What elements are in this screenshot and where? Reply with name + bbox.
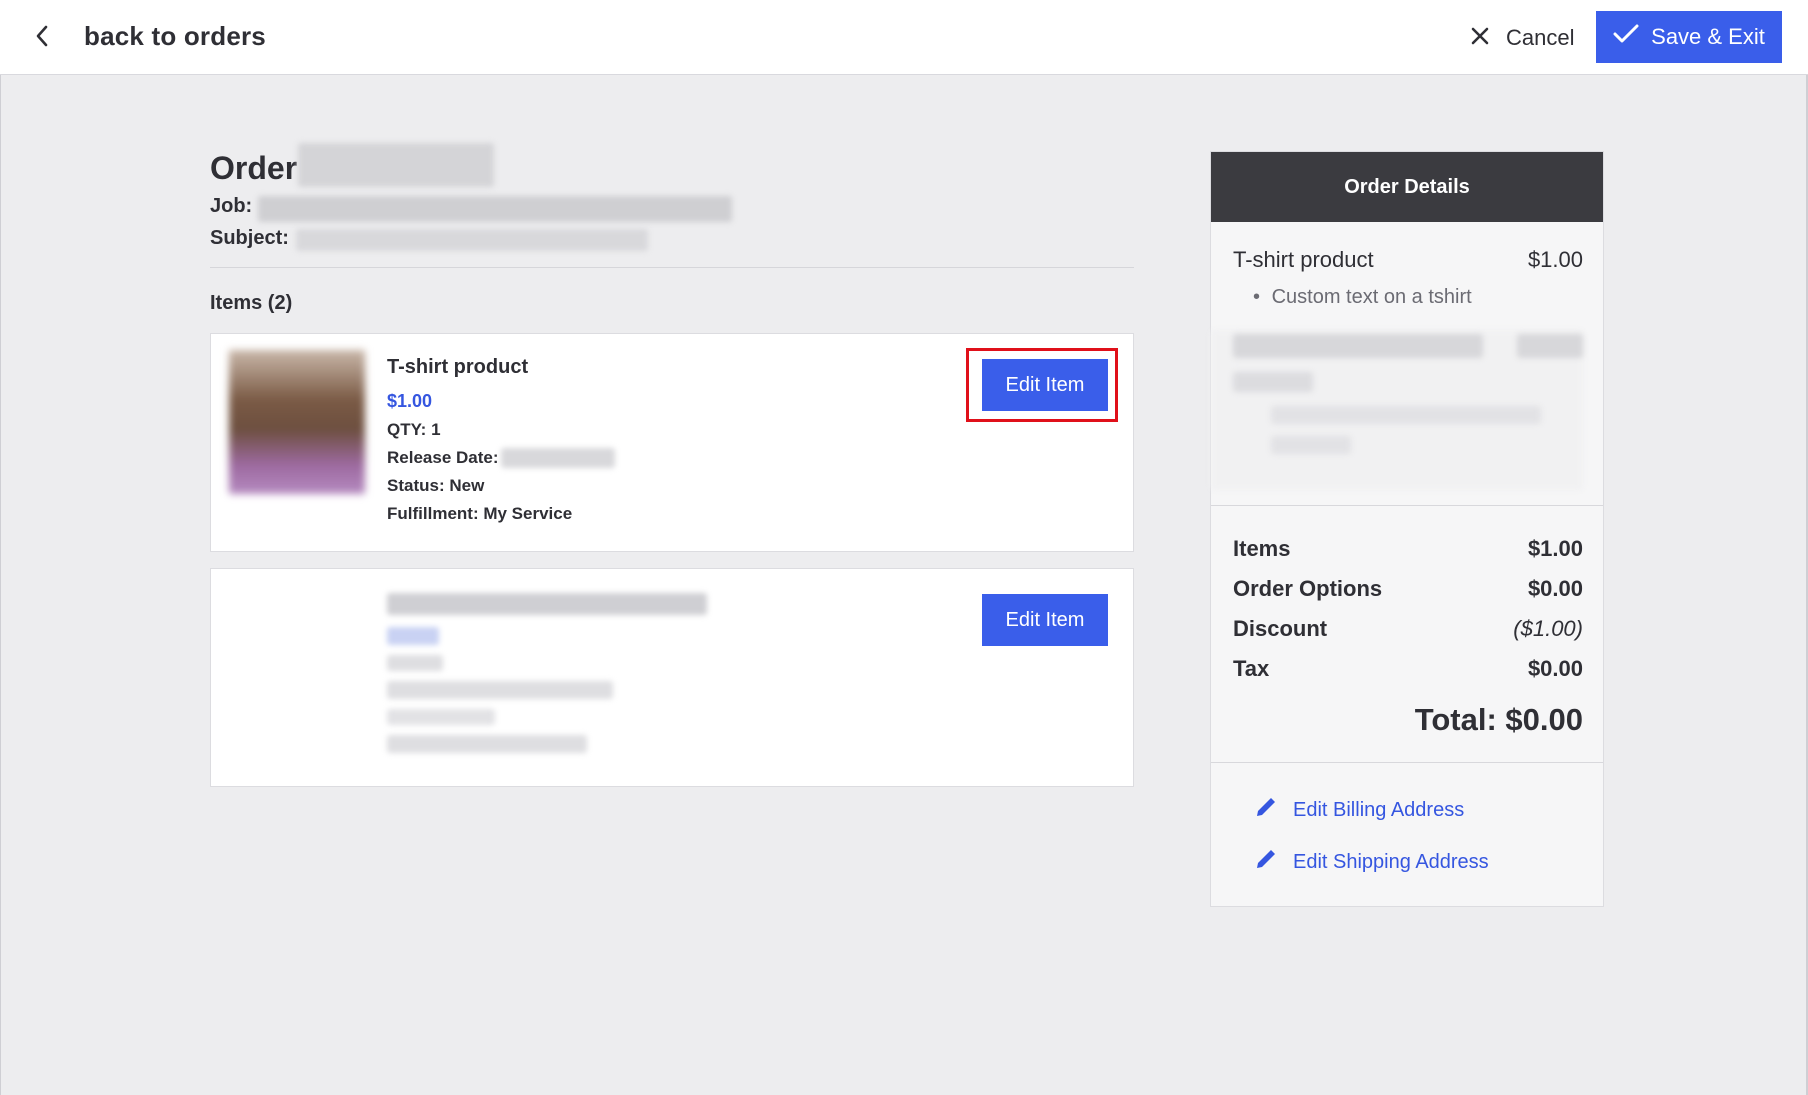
detail-item-name: T-shirt product bbox=[1233, 247, 1374, 272]
item-qty: QTY: 1 bbox=[387, 420, 441, 439]
redacted-item-release bbox=[387, 681, 613, 699]
edit-item-button[interactable]: Edit Item bbox=[982, 594, 1108, 646]
summary-discount-value: ($1.00) bbox=[1513, 616, 1583, 641]
highlight-box bbox=[966, 348, 1118, 422]
order-title: Order bbox=[210, 150, 298, 186]
frame-edge-left bbox=[0, 75, 1, 1095]
edit-shipping-address-link[interactable]: Edit Shipping Address bbox=[1253, 846, 1489, 878]
redacted-job-value bbox=[258, 196, 732, 222]
summary-options-label: Order Options bbox=[1233, 576, 1383, 601]
item-release-date: Release Date: bbox=[387, 448, 615, 468]
detail-item-option: • Custom text on a tshirt bbox=[1253, 286, 1472, 309]
chevron-left-icon bbox=[28, 18, 56, 54]
order-details-header: Order Details bbox=[1211, 152, 1603, 222]
redacted-item-qty bbox=[387, 655, 443, 671]
pencil-icon bbox=[1253, 846, 1279, 878]
redacted-item-status bbox=[387, 709, 495, 725]
redacted-item-fulfillment bbox=[387, 735, 587, 753]
summary-discount-label: Discount bbox=[1233, 616, 1328, 641]
summary-items-value: $1.00 bbox=[1527, 536, 1583, 561]
release-date-label: Release Date: bbox=[387, 448, 499, 467]
bullet-icon: • bbox=[1253, 286, 1261, 308]
order-total: Total: $0.00 bbox=[1414, 702, 1583, 737]
back-to-orders-link[interactable]: back to orders bbox=[28, 18, 266, 54]
save-and-exit-button[interactable]: Save & Exit bbox=[1596, 11, 1782, 63]
summary-tax-value: $0.00 bbox=[1527, 656, 1583, 681]
item-status: Status: New bbox=[387, 476, 485, 495]
save-and-exit-label: Save & Exit bbox=[1651, 24, 1765, 49]
item-fulfillment: Fulfillment: My Service bbox=[387, 504, 573, 523]
checkmark-icon bbox=[1613, 24, 1639, 50]
redacted-subject-value bbox=[296, 229, 648, 251]
item-card: Edit Item bbox=[210, 568, 1134, 787]
close-icon bbox=[1470, 26, 1490, 51]
summary-discount: Discount ($1.00) bbox=[1233, 616, 1583, 642]
separator bbox=[1211, 505, 1603, 506]
edit-billing-address-label: Edit Billing Address bbox=[1293, 798, 1465, 821]
summary-tax-label: Tax bbox=[1233, 656, 1270, 681]
cancel-label: Cancel bbox=[1506, 25, 1575, 50]
redacted-order-number bbox=[298, 143, 494, 187]
pencil-icon bbox=[1253, 794, 1279, 826]
redacted-line-item-price bbox=[1517, 334, 1583, 358]
items-heading: Items (2) bbox=[210, 292, 293, 314]
summary-items: Items $1.00 bbox=[1233, 536, 1583, 562]
redacted-line-item-title-2 bbox=[1233, 372, 1313, 392]
back-to-orders-label: back to orders bbox=[84, 20, 266, 51]
detail-line-item: T-shirt product $1.00 bbox=[1233, 247, 1583, 273]
summary-order-options: Order Options $0.00 bbox=[1233, 576, 1583, 602]
item-name: T-shirt product bbox=[387, 356, 529, 378]
item-price: $1.00 bbox=[387, 391, 433, 411]
redacted-item-price bbox=[387, 627, 439, 645]
edit-billing-address-link[interactable]: Edit Billing Address bbox=[1253, 794, 1464, 826]
redacted-line-item-sub bbox=[1271, 406, 1541, 424]
detail-item-option-text: Custom text on a tshirt bbox=[1271, 286, 1472, 308]
divider bbox=[210, 267, 1134, 268]
summary-tax: Tax $0.00 bbox=[1233, 656, 1583, 682]
top-bar: back to orders Cancel Save & Exit bbox=[0, 0, 1808, 75]
summary-options-value: $0.00 bbox=[1527, 576, 1583, 601]
redacted-release-date bbox=[500, 448, 615, 468]
separator bbox=[1211, 762, 1603, 763]
redacted-item-name bbox=[387, 593, 707, 615]
summary-items-label: Items bbox=[1233, 536, 1291, 561]
subject-label: Subject: bbox=[210, 227, 289, 249]
cancel-button[interactable]: Cancel bbox=[1470, 20, 1574, 56]
edit-shipping-address-label: Edit Shipping Address bbox=[1293, 850, 1489, 873]
item-info: T-shirt product $1.00 QTY: 1 Release Dat… bbox=[387, 356, 615, 532]
redacted-line-item-sub-2 bbox=[1271, 436, 1351, 454]
redacted-line-item-title bbox=[1233, 334, 1483, 358]
detail-item-price: $1.00 bbox=[1527, 247, 1583, 272]
order-details-panel: Order Details T-shirt product $1.00 • Cu… bbox=[1210, 151, 1604, 907]
product-thumbnail bbox=[229, 350, 365, 494]
job-label: Job: bbox=[210, 195, 253, 217]
